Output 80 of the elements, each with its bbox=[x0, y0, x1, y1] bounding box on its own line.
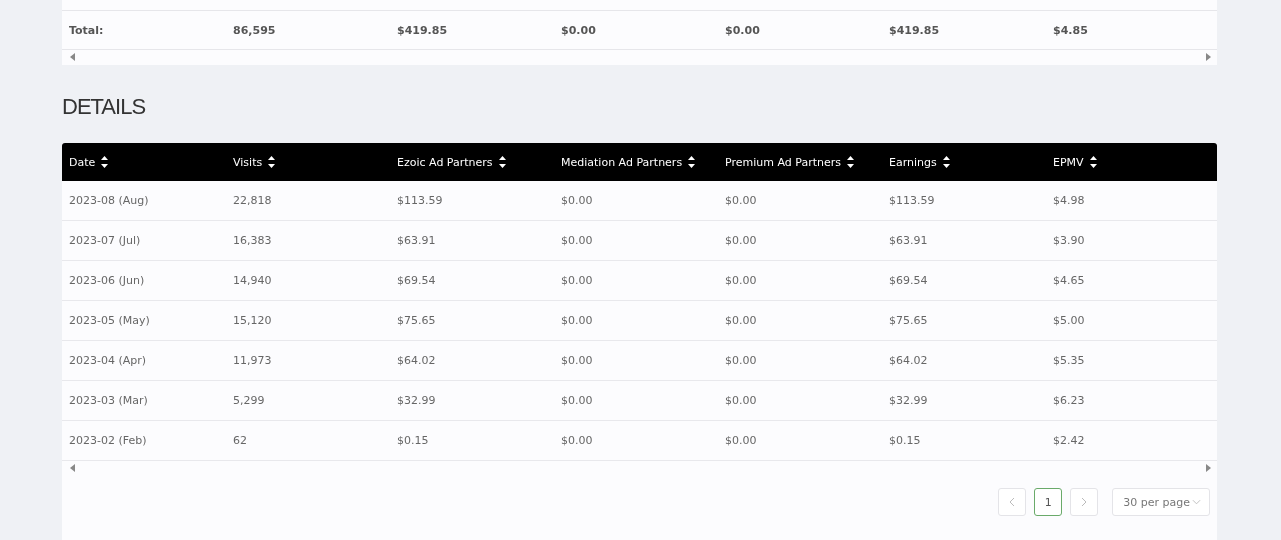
table-cell-text: 2023-08 (Aug) bbox=[68, 194, 150, 207]
table-cell-text: $75.65 bbox=[396, 314, 437, 327]
table-cell-text: $0.00 bbox=[560, 194, 594, 207]
sort-icon[interactable] bbox=[101, 156, 109, 168]
total-cell-text: $0.00 bbox=[560, 23, 597, 37]
column-header[interactable]: Date bbox=[69, 155, 96, 169]
total-cell-text: Total: bbox=[68, 23, 105, 37]
table-cell-text: $6.23 bbox=[1052, 394, 1086, 407]
section-title: DETAILS bbox=[62, 93, 147, 121]
table-cell-text: 22,818 bbox=[232, 194, 273, 207]
total-cell-text: $4.85 bbox=[1052, 23, 1089, 37]
table-cell-text: $69.54 bbox=[888, 274, 929, 287]
table-cell-text: $4.98 bbox=[1052, 194, 1086, 207]
total-cell-text: $419.85 bbox=[396, 23, 449, 37]
table-cell-text: $0.00 bbox=[724, 394, 758, 407]
table-cell-text: $0.00 bbox=[560, 274, 594, 287]
table-cell-text: $64.02 bbox=[396, 354, 437, 367]
column-header[interactable]: Ezoic Ad Partners bbox=[397, 155, 493, 169]
table-cell-text: $0.00 bbox=[724, 314, 758, 327]
table-cell-text: $2.42 bbox=[1052, 434, 1086, 447]
table-cell-text: $0.00 bbox=[560, 434, 594, 447]
table-cell-text: 2023-05 (May) bbox=[68, 314, 151, 327]
table-cell-text: 5,299 bbox=[232, 394, 266, 407]
table-cell-text: 16,383 bbox=[232, 234, 273, 247]
table-cell-text: 2023-04 (Apr) bbox=[68, 354, 148, 367]
total-cell-text: $0.00 bbox=[724, 23, 761, 37]
table-cell-text: $63.91 bbox=[888, 234, 929, 247]
table-cell-text: $64.02 bbox=[888, 354, 929, 367]
sort-icon[interactable] bbox=[268, 156, 276, 168]
table-cell-text: $5.00 bbox=[1052, 314, 1086, 327]
page-button[interactable]: 1 bbox=[1034, 488, 1063, 516]
table-cell-text: 11,973 bbox=[232, 354, 273, 367]
table-cell-text: $0.00 bbox=[724, 434, 758, 447]
scroll-right-icon[interactable] bbox=[1205, 52, 1211, 61]
table-cell-text: $63.91 bbox=[396, 234, 437, 247]
column-header[interactable]: Earnings bbox=[889, 155, 937, 169]
column-header[interactable]: Mediation Ad Partners bbox=[561, 155, 683, 169]
table-cell-text: $0.00 bbox=[560, 314, 594, 327]
scroll-right-icon[interactable] bbox=[1205, 463, 1211, 472]
chevron-right-icon bbox=[1081, 497, 1088, 507]
table-cell-text: $0.00 bbox=[560, 234, 594, 247]
sort-icon[interactable] bbox=[1089, 156, 1097, 168]
sort-icon[interactable] bbox=[846, 156, 854, 168]
table-cell-text: $69.54 bbox=[396, 274, 437, 287]
table-cell-text: $5.35 bbox=[1052, 354, 1086, 367]
sort-icon[interactable] bbox=[498, 156, 506, 168]
column-header[interactable]: Premium Ad Partners bbox=[725, 155, 841, 169]
sort-icon[interactable] bbox=[688, 156, 696, 168]
table-cell-text: 14,940 bbox=[232, 274, 273, 287]
table-cell-text: $0.00 bbox=[560, 394, 594, 407]
table-cell-text: $75.65 bbox=[888, 314, 929, 327]
table-cell-text: 62 bbox=[232, 434, 248, 447]
table-cell-text: 2023-03 (Mar) bbox=[68, 394, 149, 407]
chevron-down-icon bbox=[1192, 499, 1201, 505]
scroll-left-icon[interactable] bbox=[70, 52, 76, 61]
table-cell-text: $32.99 bbox=[396, 394, 437, 407]
table-cell-text: $113.59 bbox=[888, 194, 936, 207]
table-cell-text: $0.00 bbox=[560, 354, 594, 367]
table-cell-text: $0.00 bbox=[724, 234, 758, 247]
table-cell-text: $0.00 bbox=[724, 354, 758, 367]
table-cell-text: 2023-06 (Jun) bbox=[68, 274, 146, 287]
table-cell-text: 2023-02 (Feb) bbox=[68, 434, 148, 447]
table-cell-text: $32.99 bbox=[888, 394, 929, 407]
column-header[interactable]: EPMV bbox=[1053, 155, 1084, 169]
table-cell-text: $4.65 bbox=[1052, 274, 1086, 287]
table-cell-text: $113.59 bbox=[396, 194, 444, 207]
sort-icon[interactable] bbox=[942, 156, 950, 168]
table-cell-text: $0.00 bbox=[724, 194, 758, 207]
column-header[interactable]: Visits bbox=[233, 155, 263, 169]
table-cell-text: 15,120 bbox=[232, 314, 273, 327]
scroll-left-icon[interactable] bbox=[70, 463, 76, 472]
table-cell-text: $0.15 bbox=[888, 434, 922, 447]
total-cell-text: $419.85 bbox=[888, 23, 941, 37]
table-cell-text: $0.00 bbox=[724, 274, 758, 287]
chevron-left-icon bbox=[1009, 497, 1016, 507]
table-cell-text: $3.90 bbox=[1052, 234, 1086, 247]
table-cell-text: $0.15 bbox=[396, 434, 430, 447]
table-cell-text: 2023-07 (Jul) bbox=[68, 234, 142, 247]
total-cell-text: 86,595 bbox=[232, 23, 277, 37]
per-page-select[interactable]: 30 per page bbox=[1112, 488, 1210, 516]
